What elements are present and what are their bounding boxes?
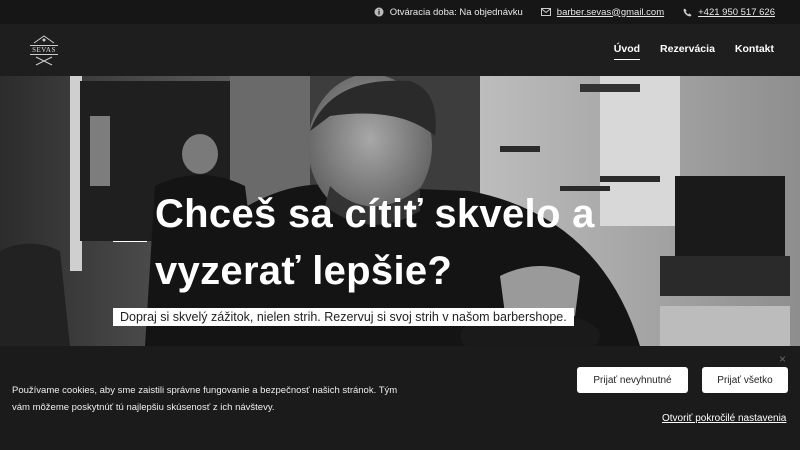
accept-all-button[interactable]: Prijať všetko (702, 367, 788, 393)
email-contact[interactable]: barber.sevas@gmail.com (540, 7, 664, 18)
top-info-bar: Otváracia doba: Na objednávku barber.sev… (0, 0, 800, 24)
nav-item-kontakt[interactable]: Kontakt (735, 43, 774, 58)
logo-crest-icon (33, 34, 55, 43)
hero-title: Chceš sa cítiť skvelo a vyzerať lepšie? (155, 186, 675, 300)
logo-razor-icon (35, 56, 53, 65)
cookie-consent-bar: × Používame cookies, aby sme zaistili sp… (0, 346, 800, 450)
nav-item-rezervacia[interactable]: Rezervácia (660, 43, 715, 58)
phone-icon (682, 7, 692, 17)
phone-link[interactable]: +421 950 517 626 (698, 7, 775, 18)
accept-necessary-button[interactable]: Prijať nevyhnutné (577, 367, 688, 393)
nav-item-uvod[interactable]: Úvod (613, 43, 641, 60)
main-nav: Úvod Rezervácia Kontakt (613, 43, 774, 60)
close-icon[interactable]: × (779, 352, 786, 366)
site-header: SEVAS Úvod Rezervácia Kontakt (0, 24, 800, 76)
opening-hours-text: Otváracia doba: Na objednávku (389, 6, 523, 18)
hero-title-line-1: Chceš sa cítiť skvelo a (155, 192, 595, 236)
mail-icon (540, 7, 551, 17)
phone-contact[interactable]: +421 950 517 626 (682, 7, 775, 18)
hero-accent-line (113, 241, 147, 242)
opening-hours: Otváracia doba: Na objednávku (374, 7, 523, 18)
logo-text: SEVAS (30, 44, 58, 55)
hero-title-line-2: vyzerať lepšie? (155, 249, 453, 293)
info-icon (374, 7, 384, 17)
hero-subtitle: Dopraj si skvelý zážitok, nielen strih. … (113, 308, 574, 326)
email-link[interactable]: barber.sevas@gmail.com (557, 7, 664, 18)
cookie-text: Používame cookies, aby sme zaistili sprá… (12, 385, 398, 413)
advanced-settings-link[interactable]: Otvoriť pokročilé nastavenia (662, 413, 786, 424)
hero-section: Chceš sa cítiť skvelo a vyzerať lepšie? … (0, 76, 800, 346)
page: Otváracia doba: Na objednávku barber.sev… (0, 0, 800, 450)
sevas-logo[interactable]: SEVAS (28, 32, 60, 68)
